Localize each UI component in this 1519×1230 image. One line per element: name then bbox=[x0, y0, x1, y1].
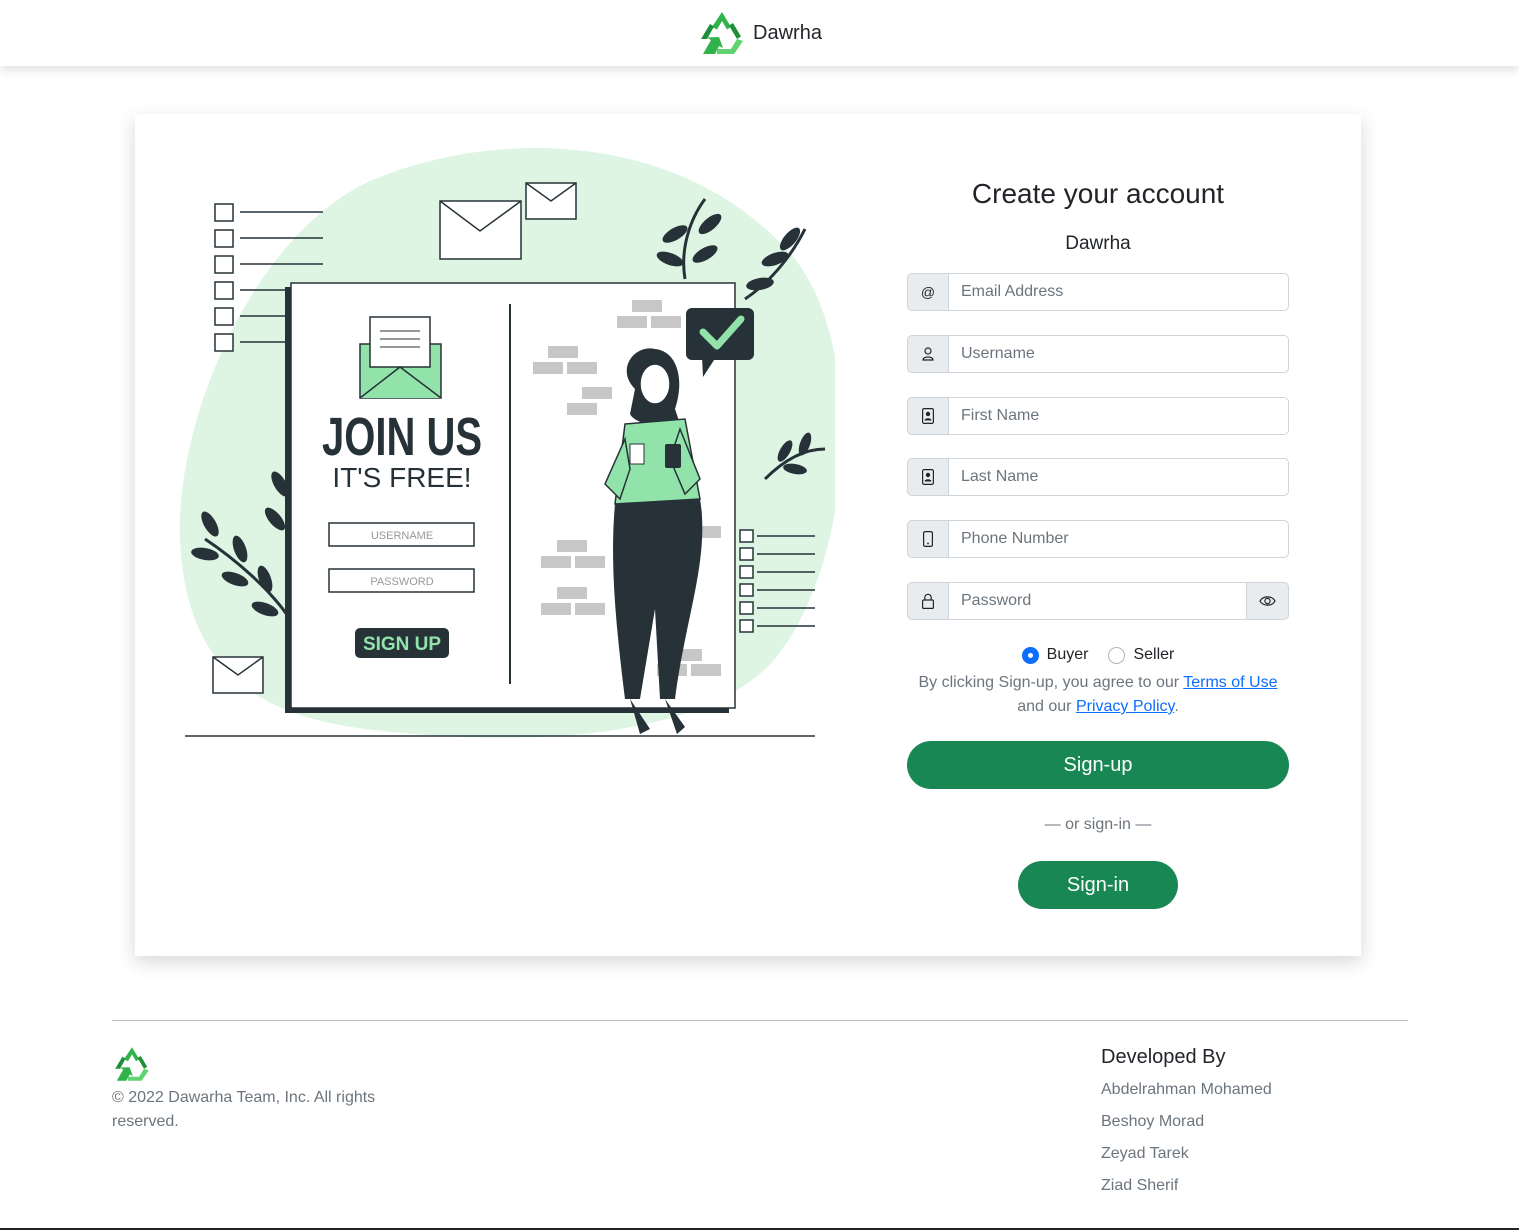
mail-icon bbox=[359, 316, 442, 399]
phone-field[interactable] bbox=[948, 520, 1289, 558]
copyright-text: © 2022 Dawarha Team, Inc. All rights res… bbox=[112, 1089, 376, 1130]
terms-prefix: By clicking Sign-up, you agree to our bbox=[918, 674, 1184, 691]
recycle-icon[interactable] bbox=[112, 1044, 152, 1084]
terms-text: By clicking Sign-up, you agree to our Te… bbox=[907, 671, 1289, 719]
join-us-illustration: JOIN US IT'S FREE! USERNAME PASSWORD SIG… bbox=[179, 148, 835, 738]
signin-button[interactable]: Sign-in bbox=[1018, 861, 1178, 909]
developer-item: Abdelrahman Mohamed bbox=[1101, 1081, 1272, 1098]
signup-card: JOIN US IT'S FREE! USERNAME PASSWORD SIG… bbox=[135, 114, 1361, 956]
radio-buyer[interactable]: Buyer bbox=[1021, 646, 1089, 664]
username-input-group bbox=[907, 335, 1289, 373]
last-name-input-group bbox=[907, 458, 1289, 496]
radio-seller-input[interactable] bbox=[1108, 646, 1126, 664]
developer-item: Beshoy Morad bbox=[1101, 1113, 1205, 1130]
radio-buyer-label: Buyer bbox=[1046, 646, 1089, 663]
lock-icon bbox=[907, 582, 948, 620]
form-title: Create your account bbox=[971, 178, 1225, 209]
privacy-policy-link[interactable]: Privacy Policy bbox=[1076, 698, 1174, 715]
person-badge-icon bbox=[907, 458, 948, 496]
recycle-icon bbox=[701, 12, 744, 54]
phone-icon bbox=[907, 520, 948, 558]
radio-seller[interactable]: Seller bbox=[1108, 646, 1174, 664]
person-badge-icon bbox=[907, 397, 948, 435]
phone-input-group bbox=[907, 520, 1289, 558]
radio-buyer-input[interactable] bbox=[1021, 646, 1039, 664]
illustration-password: PASSWORD bbox=[370, 576, 433, 588]
eye-icon[interactable] bbox=[1247, 582, 1289, 620]
terms-middle: and our bbox=[1017, 698, 1076, 715]
password-input-group bbox=[907, 582, 1289, 620]
developer-item: Zeyad Tarek bbox=[1101, 1145, 1189, 1162]
person-icon bbox=[907, 335, 948, 373]
footer-divider bbox=[112, 1020, 1408, 1021]
brand-link[interactable]: Dawrha bbox=[697, 8, 822, 58]
brand-name: Dawrha bbox=[753, 21, 822, 44]
email-input-group: @ bbox=[907, 273, 1289, 311]
at-icon: @ bbox=[907, 273, 948, 311]
terms-of-use-link[interactable]: Terms of Use bbox=[1183, 674, 1277, 691]
username-field[interactable] bbox=[948, 335, 1289, 373]
developed-by-title: Developed By bbox=[1101, 1046, 1226, 1068]
terms-suffix: . bbox=[1174, 698, 1179, 715]
signup-button[interactable]: Sign-up bbox=[907, 741, 1289, 789]
illustration-signup-button: SIGN UP bbox=[363, 634, 441, 655]
last-name-field[interactable] bbox=[948, 458, 1289, 496]
join-us-subline: IT'S FREE! bbox=[332, 462, 471, 493]
or-divider: — or sign-in — bbox=[1044, 816, 1152, 833]
first-name-input-group bbox=[907, 397, 1289, 435]
email-field[interactable] bbox=[948, 273, 1289, 311]
developer-item: Ziad Sherif bbox=[1101, 1177, 1179, 1194]
first-name-field[interactable] bbox=[948, 397, 1289, 435]
role-selector: Buyer Seller bbox=[907, 646, 1289, 664]
radio-seller-label: Seller bbox=[1133, 646, 1175, 663]
top-navbar: Dawrha bbox=[0, 0, 1519, 66]
join-us-headline: JOIN US bbox=[322, 407, 482, 467]
illustration-username: USERNAME bbox=[371, 530, 433, 542]
form-subtitle: Dawrha bbox=[1065, 233, 1131, 254]
developer-list: Abdelrahman Mohamed Beshoy Morad Zeyad T… bbox=[1101, 1078, 1272, 1206]
password-field[interactable] bbox=[948, 582, 1247, 620]
